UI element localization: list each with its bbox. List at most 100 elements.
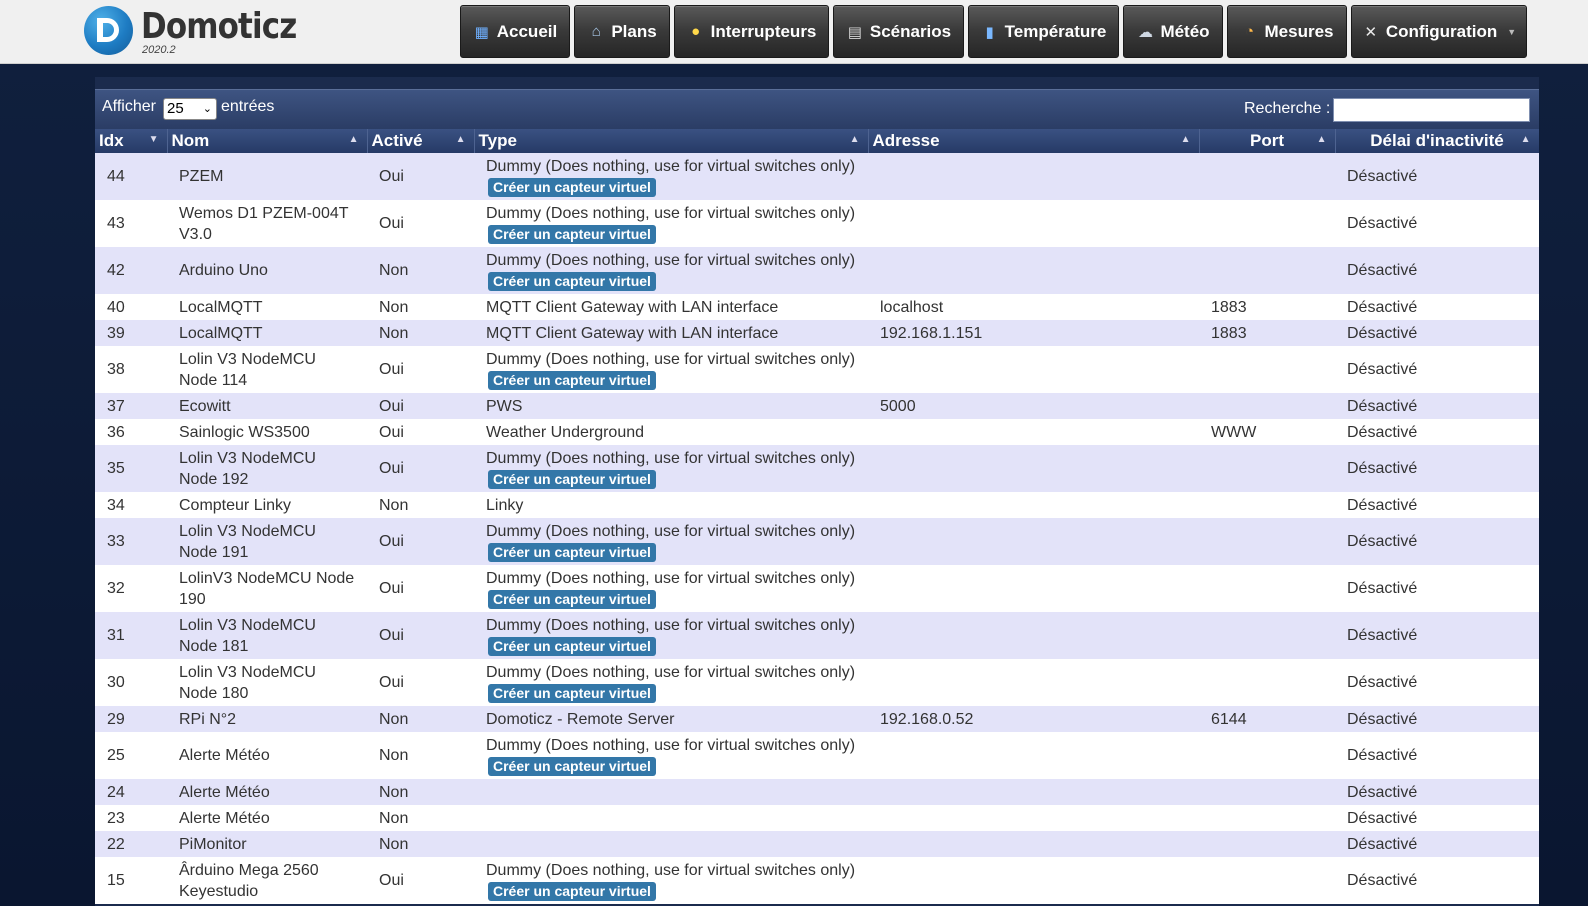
cell-timeout: Désactivé bbox=[1335, 779, 1539, 805]
cell-idx: 33 bbox=[95, 518, 167, 565]
cell-timeout: Désactivé bbox=[1335, 831, 1539, 857]
nav-label: Scénarios bbox=[869, 21, 952, 41]
cell-name: Lolin V3 NodeMCU Node 180 bbox=[167, 659, 367, 706]
cell-name: Compteur Linky bbox=[167, 492, 367, 518]
search-label: Recherche : bbox=[1244, 100, 1331, 117]
cell-enabled: Non bbox=[367, 294, 474, 320]
cell-port bbox=[1199, 612, 1335, 659]
cell-idx: 29 bbox=[95, 706, 167, 732]
nav-mesures-button[interactable]: ◔ Mesures bbox=[1227, 5, 1347, 58]
create-virtual-sensor-button[interactable]: Créer un capteur virtuel bbox=[488, 756, 656, 776]
table-row[interactable]: 32 LolinV3 NodeMCU Node 190 Oui Dummy (Does… bbox=[95, 565, 1539, 612]
cell-address: localhost bbox=[868, 294, 1199, 320]
cell-timeout: Désactivé bbox=[1335, 346, 1539, 393]
cell-enabled: Oui bbox=[367, 445, 474, 492]
column-header-port[interactable]: Port ▲ bbox=[1199, 129, 1336, 153]
nav-interrupteurs-button[interactable]: ● Interrupteurs bbox=[674, 5, 829, 58]
cell-timeout: Désactivé bbox=[1335, 518, 1539, 565]
cell-enabled: Non bbox=[367, 805, 474, 831]
column-header-type[interactable]: Type ▲ bbox=[474, 129, 869, 153]
create-virtual-sensor-button[interactable]: Créer un capteur virtuel bbox=[488, 636, 656, 656]
cell-idx: 38 bbox=[95, 346, 167, 393]
create-virtual-sensor-button[interactable]: Créer un capteur virtuel bbox=[488, 271, 656, 291]
logo-icon bbox=[84, 6, 133, 55]
cell-type: Dummy (Does nothing, use for virtual swi… bbox=[474, 445, 868, 492]
table-row[interactable]: 31 Lolin V3 NodeMCU Node 181 Oui Dummy (Doe… bbox=[95, 612, 1539, 659]
column-header-idx[interactable]: Idx ▼ bbox=[95, 129, 168, 153]
cell-idx: 36 bbox=[95, 419, 167, 445]
table-row[interactable]: 29 RPi N°2 Non Domoticz - Remote Server 192.… bbox=[95, 706, 1539, 732]
cell-type: MQTT Client Gateway with LAN interface bbox=[474, 294, 868, 320]
table-row[interactable]: 37 Ecowitt Oui PWS 5000 Désactivé bbox=[95, 393, 1539, 419]
nav-scenarios-button[interactable]: ▤ Scénarios bbox=[833, 5, 964, 58]
table-row[interactable]: 30 Lolin V3 NodeMCU Node 180 Oui Dummy (Doe… bbox=[95, 659, 1539, 706]
column-header-delai[interactable]: Délai d'inactivité ▲ bbox=[1335, 129, 1539, 153]
cell-name: Ecowitt bbox=[167, 393, 367, 419]
cell-port bbox=[1199, 492, 1335, 518]
cell-address bbox=[868, 518, 1199, 565]
cell-enabled: Non bbox=[367, 706, 474, 732]
table-row[interactable]: 35 Lolin V3 NodeMCU Node 192 Oui Dummy (Doe… bbox=[95, 445, 1539, 492]
nav-accueil-button[interactable]: ▦ Accueil bbox=[460, 5, 570, 58]
table-row[interactable]: 43 Wemos D1 PZEM-004T V3.0 Oui Dummy (Does … bbox=[95, 200, 1539, 247]
table-row[interactable]: 22 PiMonitor Non Désactivé bbox=[95, 831, 1539, 857]
cell-type: Dummy (Does nothing, use for virtual swi… bbox=[474, 346, 868, 393]
sort-icon: ▲ bbox=[455, 134, 466, 145]
cell-address: 192.168.0.52 bbox=[868, 706, 1199, 732]
column-header-active[interactable]: Activé ▲ bbox=[367, 129, 475, 153]
create-virtual-sensor-button[interactable]: Créer un capteur virtuel bbox=[488, 881, 656, 901]
cell-enabled: Oui bbox=[367, 518, 474, 565]
cell-enabled: Non bbox=[367, 831, 474, 857]
create-virtual-sensor-button[interactable]: Créer un capteur virtuel bbox=[488, 683, 656, 703]
cell-idx: 32 bbox=[95, 565, 167, 612]
table-row[interactable]: 40 LocalMQTT Non MQTT Client Gateway with L… bbox=[95, 294, 1539, 320]
cell-name: LocalMQTT bbox=[167, 320, 367, 346]
create-virtual-sensor-button[interactable]: Créer un capteur virtuel bbox=[488, 224, 656, 244]
cell-enabled: Oui bbox=[367, 419, 474, 445]
cell-name: Arduino Uno bbox=[167, 247, 367, 294]
nav-plans-button[interactable]: ⌂ Plans bbox=[574, 5, 670, 58]
nav-configuration-button[interactable]: ✕ Configuration ▼ bbox=[1351, 5, 1527, 58]
chevron-down-icon: ▼ bbox=[1507, 26, 1517, 37]
cell-type: Dummy (Does nothing, use for virtual swi… bbox=[474, 659, 868, 706]
create-virtual-sensor-button[interactable]: Créer un capteur virtuel bbox=[488, 542, 656, 562]
create-virtual-sensor-button[interactable]: Créer un capteur virtuel bbox=[488, 469, 656, 489]
create-virtual-sensor-button[interactable]: Créer un capteur virtuel bbox=[488, 177, 656, 197]
table-row[interactable]: 36 Sainlogic WS3500 Oui Weather Underground… bbox=[95, 419, 1539, 445]
page-length-select[interactable]: 25 ⌄ bbox=[163, 98, 217, 120]
table-row[interactable]: 44 PZEM Oui Dummy (Does nothing, use for vi… bbox=[95, 153, 1539, 200]
table-row[interactable]: 23 Alerte Météo Non Désactivé bbox=[95, 805, 1539, 831]
table-row[interactable]: 42 Arduino Uno Non Dummy (Does nothing, use… bbox=[95, 247, 1539, 294]
create-virtual-sensor-button[interactable]: Créer un capteur virtuel bbox=[488, 589, 656, 609]
cell-port bbox=[1199, 732, 1335, 779]
column-header-nom[interactable]: Nom ▲ bbox=[167, 129, 368, 153]
cell-name: Alerte Météo bbox=[167, 779, 367, 805]
table-row[interactable]: 15 Ârduino Mega 2560 Keyestudio Oui Dummy (… bbox=[95, 857, 1539, 904]
thermometer-icon: ▮ bbox=[985, 23, 994, 41]
cell-type: PWS bbox=[474, 393, 868, 419]
cell-type: Weather Underground bbox=[474, 419, 868, 445]
cell-timeout: Désactivé bbox=[1335, 732, 1539, 779]
table-row[interactable]: 39 LocalMQTT Non MQTT Client Gateway with L… bbox=[95, 320, 1539, 346]
search-input[interactable] bbox=[1333, 98, 1530, 122]
cell-enabled: Oui bbox=[367, 346, 474, 393]
cell-idx: 37 bbox=[95, 393, 167, 419]
cell-timeout: Désactivé bbox=[1335, 706, 1539, 732]
nav-meteo-button[interactable]: ☁ Météo bbox=[1123, 5, 1223, 58]
create-virtual-sensor-button[interactable]: Créer un capteur virtuel bbox=[488, 370, 656, 390]
table-row[interactable]: 24 Alerte Météo Non Désactivé bbox=[95, 779, 1539, 805]
table-row[interactable]: 25 Alerte Météo Non Dummy (Does nothing, us… bbox=[95, 732, 1539, 779]
cell-address: 5000 bbox=[868, 393, 1199, 419]
column-header-adresse[interactable]: Adresse ▲ bbox=[868, 129, 1200, 153]
cell-port: 1883 bbox=[1199, 294, 1335, 320]
table-row[interactable]: 33 Lolin V3 NodeMCU Node 191 Oui Dummy (Doe… bbox=[95, 518, 1539, 565]
cell-address bbox=[868, 857, 1199, 904]
cell-name: RPi N°2 bbox=[167, 706, 367, 732]
cell-type: Dummy (Does nothing, use for virtual swi… bbox=[474, 565, 868, 612]
table-row[interactable]: 38 Lolin V3 NodeMCU Node 114 Oui Dummy (Doe… bbox=[95, 346, 1539, 393]
table-row[interactable]: 34 Compteur Linky Non Linky Désactivé bbox=[95, 492, 1539, 518]
nav-temperature-button[interactable]: ▮ Température bbox=[968, 5, 1119, 58]
nav-label: Configuration bbox=[1385, 21, 1498, 41]
nav-label: Plans bbox=[611, 21, 657, 41]
cell-enabled: Oui bbox=[367, 565, 474, 612]
